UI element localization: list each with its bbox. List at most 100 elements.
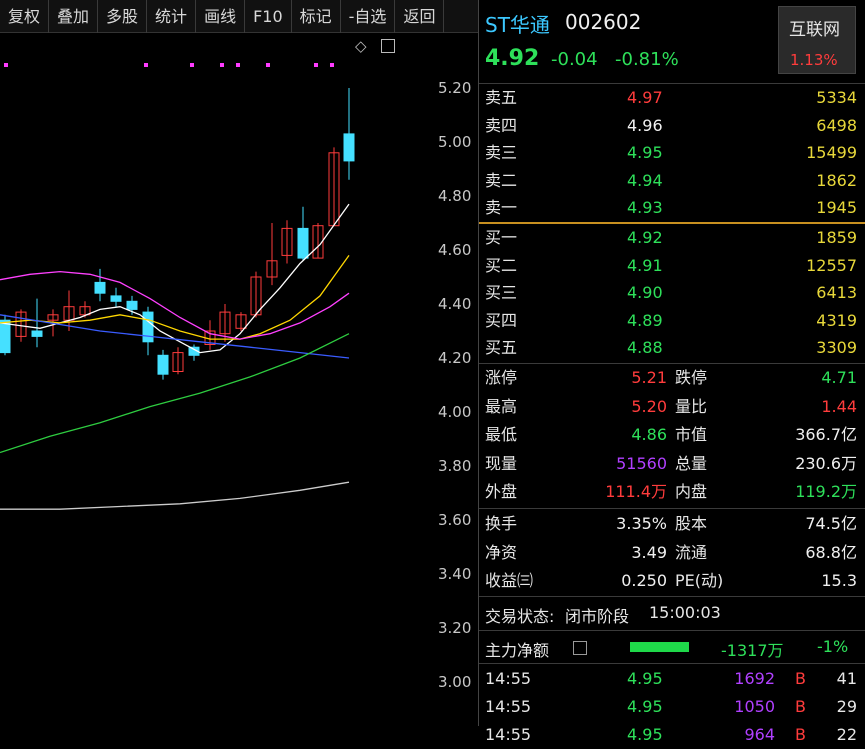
order-price: 4.90 — [627, 283, 663, 303]
stat-value: 74.5亿 — [805, 514, 857, 533]
ma30-line — [0, 314, 350, 359]
main-flow-pct: -1% — [817, 637, 849, 656]
candle-body — [142, 311, 154, 343]
candle-body — [126, 300, 138, 310]
order-level-label: 买三 — [485, 283, 518, 303]
order-book-row[interactable]: 卖五 4.97 5334 — [479, 84, 865, 112]
main-flow-amount: -1317万 — [721, 641, 784, 660]
stat-value: 1.44 — [821, 396, 857, 416]
stat-value: 5.21 — [631, 368, 667, 387]
event-marker — [236, 63, 240, 67]
toolbar-button[interactable]: 返回 — [395, 0, 445, 33]
order-volume: 1862 — [816, 170, 857, 190]
toolbar-button[interactable]: 多股 — [98, 0, 148, 33]
stats-row: 最低 4.86 市值 366.7亿 — [479, 421, 865, 449]
kline-chart-canvas[interactable]: 5.20 5.00 4.80 4.60 4.40 4.20 4.00 3.80 3.60 3.40… — [0, 33, 478, 726]
candle-body — [297, 227, 309, 259]
toolbar-button[interactable]: 复权 — [0, 0, 50, 33]
toolbar-button[interactable]: 叠加 — [49, 0, 99, 33]
tick-price: 4.95 — [627, 669, 663, 688]
main-flow-bar-track — [623, 642, 689, 652]
stat-label: 净资 — [485, 542, 518, 562]
order-book-row[interactable]: 买一 4.92 1859 — [479, 224, 865, 252]
toolbar-button[interactable]: F10 — [245, 0, 292, 33]
price-change-pct: -0.81% — [615, 49, 679, 70]
stat-label: 现量 — [485, 453, 518, 473]
price-axis-label: 3.20 — [438, 619, 471, 637]
kline-chart[interactable]: 5.20 5.00 4.80 4.60 4.40 4.20 4.00 3.80 3.60 3.40… — [0, 33, 478, 726]
candle-body — [157, 354, 169, 375]
trade-status-value: 闭市阶段 — [565, 607, 630, 626]
stat-label: 外盘 — [485, 482, 518, 502]
tick-count: 22 — [836, 725, 857, 744]
sector-name: 互联网 — [789, 20, 840, 40]
tick-count: 41 — [836, 669, 857, 688]
order-level-label: 卖一 — [485, 198, 518, 218]
order-level-label: 买二 — [485, 255, 518, 275]
order-book-row[interactable]: 买四 4.89 4319 — [479, 307, 865, 335]
stat-value: 119.2万 — [795, 482, 857, 502]
order-volume: 1945 — [816, 198, 857, 218]
order-level-label: 买一 — [485, 228, 518, 247]
toolbar-button[interactable]: 画线 — [196, 0, 246, 33]
order-level-label: 买四 — [485, 310, 518, 330]
order-level-label: 卖五 — [485, 88, 518, 107]
tick-price: 4.95 — [627, 697, 663, 716]
ma5-line — [0, 203, 350, 354]
event-marker — [266, 63, 270, 67]
tick-time: 14:55 — [485, 697, 532, 716]
order-book-row[interactable]: 卖二 4.94 1862 — [479, 167, 865, 195]
order-volume: 15499 — [806, 143, 857, 163]
window-icon[interactable] — [381, 39, 395, 53]
stat-value: 3.35% — [616, 514, 667, 533]
order-book-row[interactable]: 买三 4.90 6413 — [479, 279, 865, 307]
stat-value: 4.71 — [821, 368, 857, 387]
price-axis-label: 3.60 — [438, 511, 471, 529]
tick-count: 29 — [836, 697, 857, 716]
tick-row: 14:55 4.95 1692 B 41 — [479, 665, 865, 693]
stats-row: 收益㈢ 0.250 PE(动) 15.3 — [479, 567, 865, 595]
sector-badge[interactable]: 互联网 1.13% — [778, 6, 856, 74]
order-price: 4.91 — [627, 255, 663, 275]
order-price: 4.97 — [627, 88, 663, 107]
order-volume: 4319 — [816, 310, 857, 330]
toolbar-button[interactable]: 标记 — [292, 0, 341, 33]
tick-side: B — [795, 725, 806, 744]
order-book-row[interactable]: 卖一 4.93 1945 — [479, 194, 865, 222]
order-book-row[interactable]: 卖四 4.96 6498 — [479, 112, 865, 140]
tick-side: B — [795, 669, 806, 688]
main-flow-label: 主力净额 — [485, 641, 550, 660]
order-volume: 3309 — [816, 338, 857, 358]
event-marker — [4, 63, 8, 67]
price-axis-label: 5.20 — [438, 79, 471, 97]
tick-price: 4.95 — [627, 725, 663, 744]
stat-label: 内盘 — [675, 482, 708, 502]
toolbar-button[interactable]: 统计 — [147, 0, 197, 33]
order-price: 4.96 — [627, 115, 663, 135]
order-book-row[interactable]: 卖三 4.95 15499 — [479, 139, 865, 167]
stat-value: 366.7亿 — [795, 425, 857, 445]
tick-time: 14:55 — [485, 669, 532, 688]
order-book-row[interactable]: 买二 4.91 12557 — [479, 252, 865, 280]
price-axis-label: 4.00 — [438, 403, 471, 421]
stat-value: 4.86 — [631, 425, 667, 445]
stats-row: 换手 3.35% 股本 74.5亿 — [479, 510, 865, 538]
order-level-label: 卖三 — [485, 143, 518, 163]
trade-status-label: 交易状态: — [485, 607, 555, 626]
diamond-icon[interactable]: ◇ — [355, 37, 367, 55]
candle-body — [0, 319, 11, 354]
price-axis-label: 4.40 — [438, 295, 471, 313]
order-book-row[interactable]: 买五 4.88 3309 — [479, 334, 865, 362]
stats-row: 净资 3.49 流通 68.8亿 — [479, 539, 865, 567]
stat-value: 68.8亿 — [805, 542, 857, 562]
stats-row: 外盘 111.4万 内盘 119.2万 — [479, 478, 865, 506]
toolbar-button[interactable]: -自选 — [341, 0, 396, 33]
order-price: 4.93 — [627, 198, 663, 218]
list-icon[interactable] — [573, 641, 587, 655]
stat-label: 最低 — [485, 425, 518, 445]
order-price: 4.89 — [627, 310, 663, 330]
order-volume: 6413 — [816, 283, 857, 303]
stat-label: 跌停 — [675, 368, 708, 387]
chart-toolbar: 复权 叠加 多股 统计 画线 F10 标记 -自选 返回 — [0, 0, 478, 33]
price-axis-label: 5.00 — [438, 133, 471, 151]
